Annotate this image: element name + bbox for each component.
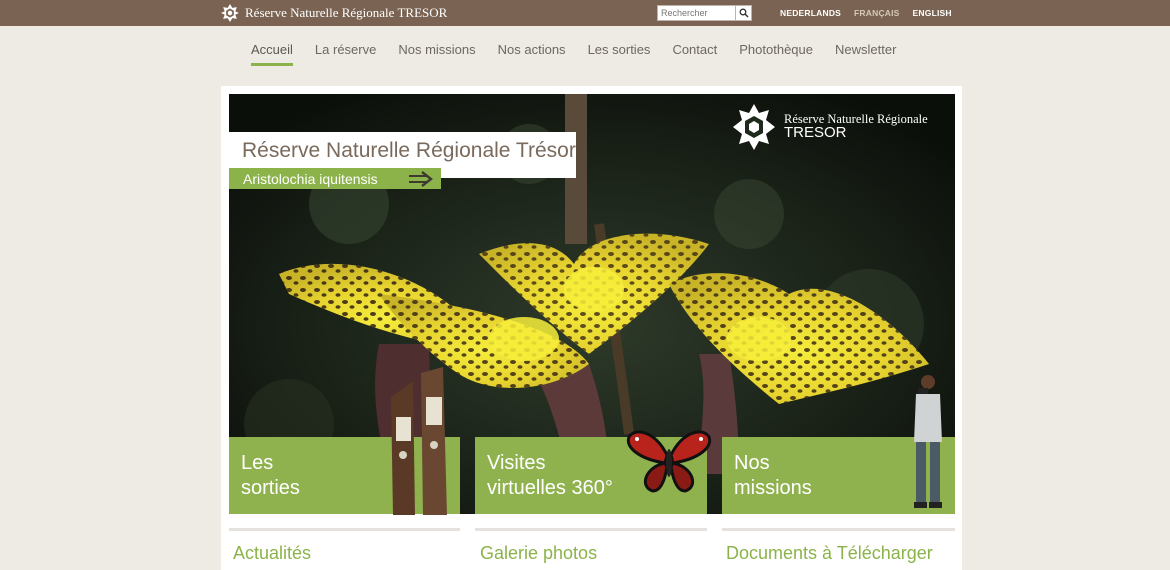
tile-nos-missions-line2: missions — [734, 477, 812, 499]
site-title: Réserve Naturelle Régionale TRESOR — [245, 5, 448, 20]
arrow-right-icon[interactable] — [407, 171, 435, 187]
nav-nos-missions[interactable]: Nos missions — [398, 42, 475, 66]
search-button[interactable] — [736, 5, 752, 21]
heading-actualites[interactable]: Actualités — [233, 543, 311, 564]
lang-nederlands[interactable]: NEDERLANDS — [780, 8, 841, 18]
nav-contact[interactable]: Contact — [672, 42, 717, 66]
photographer-image — [914, 375, 942, 508]
butterfly-image — [626, 430, 712, 493]
nav-newsletter[interactable]: Newsletter — [835, 42, 896, 66]
main-nav: Accueil La réserve Nos missions Nos acti… — [251, 42, 918, 66]
hero-title: Réserve Naturelle Régionale Trésor — [242, 139, 576, 162]
tile-les-sorties-line2: sorties — [241, 477, 300, 499]
lang-francais[interactable]: FRANÇAIS — [854, 8, 900, 18]
tile-les-sorties-line1: Les — [241, 452, 274, 474]
tile-visites-virtuelles[interactable]: Visites virtuelles 360° — [475, 430, 712, 514]
signposts-image — [391, 367, 447, 515]
tile-visites-line1: Visites — [487, 452, 546, 474]
tile-visites-line2: virtuelles 360° — [487, 477, 613, 499]
lang-english[interactable]: ENGLISH — [913, 8, 952, 18]
tile-les-sorties[interactable]: Les sorties — [229, 367, 460, 515]
nav-les-sorties[interactable]: Les sorties — [588, 42, 651, 66]
column-divider — [475, 528, 707, 531]
nav-phototheque[interactable]: Photothèque — [739, 42, 813, 66]
search-icon — [739, 8, 748, 18]
search-input[interactable] — [657, 5, 736, 21]
nav-accueil[interactable]: Accueil — [251, 42, 293, 66]
tresor-star-logo-icon — [733, 104, 775, 150]
nav-nos-actions[interactable]: Nos actions — [498, 42, 566, 66]
hero-caption[interactable]: Aristolochia iquitensis — [243, 171, 378, 187]
nav-la-reserve[interactable]: La réserve — [315, 42, 376, 66]
tile-nos-missions-line1: Nos — [734, 452, 770, 474]
heading-galerie-photos[interactable]: Galerie photos — [480, 543, 597, 564]
brand[interactable]: Réserve Naturelle Régionale TRESOR — [221, 3, 447, 23]
column-divider — [229, 528, 460, 531]
tile-nos-missions[interactable]: Nos missions — [722, 375, 955, 514]
hero-logo-line2: TRESOR — [784, 124, 847, 141]
search-form — [657, 5, 752, 21]
tresor-logo-icon — [221, 4, 239, 22]
heading-documents[interactable]: Documents à Télécharger — [726, 543, 933, 564]
language-switcher: NEDERLANDS FRANÇAIS ENGLISH — [780, 0, 952, 26]
top-bar — [0, 0, 1170, 26]
column-divider — [722, 528, 955, 531]
